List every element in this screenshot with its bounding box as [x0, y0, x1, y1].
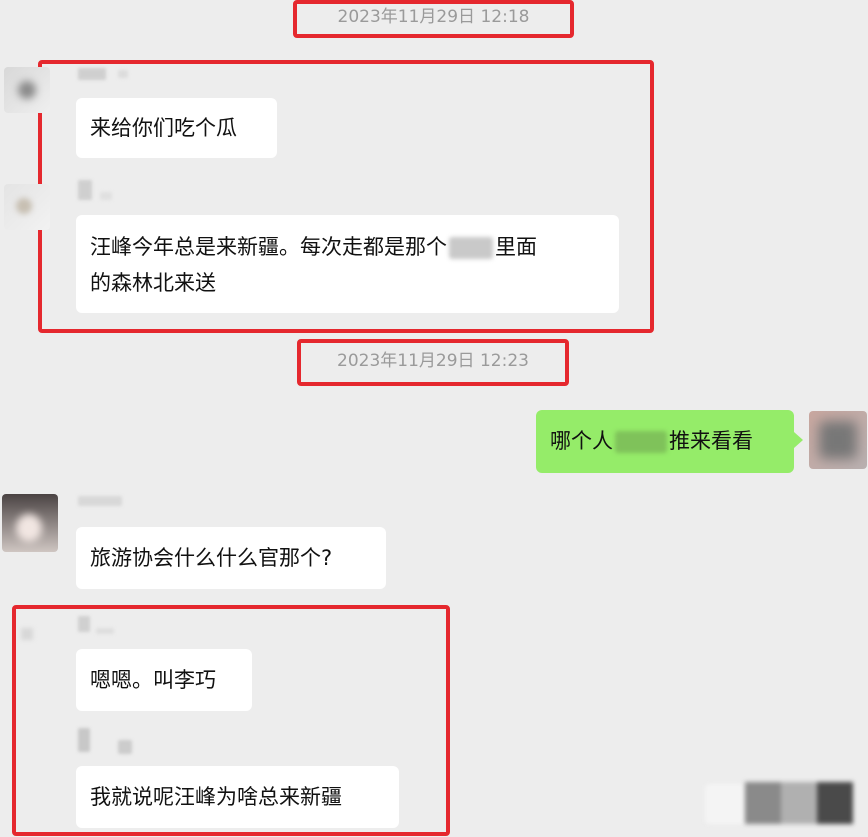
message-text: 旅游协会什么什么官那个?	[90, 546, 333, 570]
message-text: 嗯嗯。叫李巧	[90, 668, 216, 692]
message-bubble-1[interactable]: 来给你们吃个瓜	[76, 98, 277, 158]
message-text-start: 哪个人	[550, 429, 613, 453]
message-bubble-2[interactable]: 汪峰今年总是来新疆。每次走都是那个 里面 的森林北来送	[76, 215, 619, 313]
sender-name-part	[100, 192, 112, 200]
avatar[interactable]	[4, 184, 50, 230]
message-text-line1-end: 里面	[495, 235, 537, 259]
sender-name	[78, 728, 90, 752]
avatar[interactable]	[4, 67, 50, 113]
message-text: 来给你们吃个瓜	[90, 116, 237, 140]
bubble-tail	[794, 432, 803, 448]
blurred-avatar[interactable]	[745, 782, 853, 824]
message-text-end: 推来看看	[669, 429, 753, 453]
sender-name-part	[118, 740, 132, 754]
avatar[interactable]	[17, 622, 55, 660]
sender-name	[78, 180, 92, 200]
sender-name-part	[118, 70, 128, 78]
blurred-message-bubble[interactable]	[705, 784, 745, 824]
message-bubble-5[interactable]: 嗯嗯。叫李巧	[76, 649, 252, 711]
message-bubble-6[interactable]: 我就说呢汪峰为啥总来新疆	[76, 766, 399, 828]
message-text-line1: 汪峰今年总是来新疆。每次走都是那个	[90, 235, 447, 259]
timestamp-2: 2023年11月29日 12:23	[337, 351, 529, 371]
sender-name	[78, 496, 122, 506]
sender-name-part	[96, 628, 114, 634]
message-text-line2: 的森林北来送	[90, 271, 216, 295]
redacted-block	[449, 237, 493, 259]
message-bubble-4[interactable]: 旅游协会什么什么官那个?	[76, 527, 386, 589]
message-text: 我就说呢汪峰为啥总来新疆	[90, 785, 342, 809]
sender-name	[78, 68, 106, 80]
redacted-block	[615, 431, 667, 453]
message-bubble-3[interactable]: 哪个人 推来看看	[536, 410, 794, 473]
sender-name	[78, 616, 90, 632]
avatar[interactable]	[2, 494, 58, 552]
my-avatar[interactable]	[809, 411, 867, 469]
timestamp-1: 2023年11月29日 12:18	[337, 7, 530, 27]
